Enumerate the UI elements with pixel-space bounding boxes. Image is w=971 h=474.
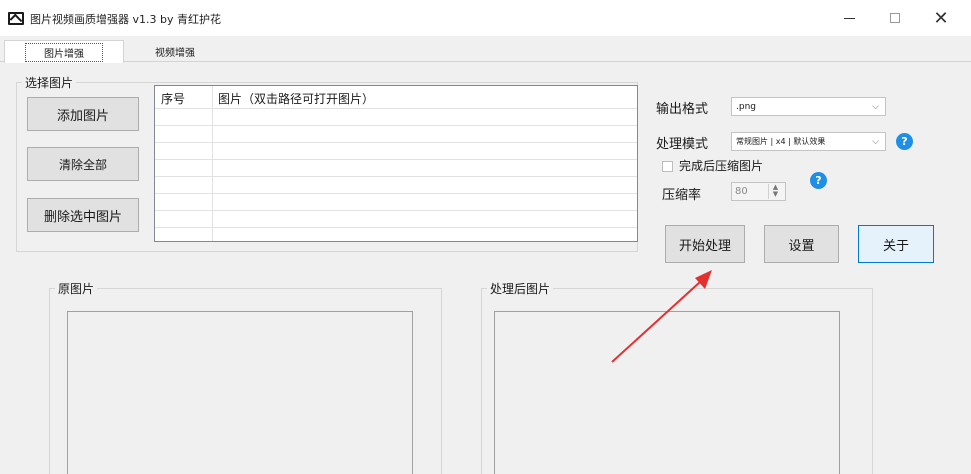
delete-selected-button[interactable]: 删除选中图片 <box>27 198 139 232</box>
about-button[interactable]: 关于 <box>858 225 934 263</box>
column-header-index[interactable]: 序号 <box>161 90 185 107</box>
tab-image-enhance-label: 图片增强 <box>25 42 103 62</box>
compress-checkbox[interactable] <box>662 161 673 172</box>
close-icon: ✕ <box>933 7 949 29</box>
tab-image-enhance[interactable]: 图片增强 <box>4 40 124 63</box>
row-divider <box>155 227 637 228</box>
maximize-button[interactable] <box>872 0 918 36</box>
maximize-icon <box>890 13 900 23</box>
close-button[interactable]: ✕ <box>918 0 964 36</box>
process-mode-label: 处理模式 <box>656 137 709 152</box>
tab-video-enhance[interactable]: 视频增强 <box>130 40 220 62</box>
app-image-icon <box>8 12 24 25</box>
image-list-table[interactable]: 序号 图片（双击路径可打开图片） <box>154 85 638 242</box>
rate-help-icon[interactable]: ? <box>810 172 827 189</box>
row-divider <box>155 193 637 194</box>
minimize-button[interactable] <box>826 0 872 36</box>
output-format-select[interactable]: .png ⌵ <box>731 97 886 116</box>
processed-image-preview[interactable] <box>494 311 840 474</box>
processed-image-group-label: 处理后图片 <box>487 280 554 297</box>
compression-rate-label: 压缩率 <box>662 188 702 203</box>
chevron-down-icon: ⌵ <box>872 102 879 112</box>
original-image-group-label: 原图片 <box>55 280 98 297</box>
mode-help-icon[interactable]: ? <box>896 133 913 150</box>
column-divider <box>212 86 213 241</box>
row-divider <box>155 176 637 177</box>
window-title: 图片视频画质增强器 v1.3 by 青红护花 <box>30 13 221 26</box>
output-format-label: 输出格式 <box>656 102 709 117</box>
add-images-button[interactable]: 添加图片 <box>27 97 139 131</box>
original-image-preview[interactable] <box>67 311 413 474</box>
row-divider <box>155 108 637 109</box>
spinner-arrows-icon[interactable]: ▲ ▼ <box>768 184 782 199</box>
compress-checkbox-label[interactable]: 完成后压缩图片 <box>679 157 763 174</box>
row-divider <box>155 142 637 143</box>
row-divider <box>155 210 637 211</box>
output-format-value: .png <box>736 101 756 112</box>
row-divider <box>155 125 637 126</box>
settings-button[interactable]: 设置 <box>764 225 839 263</box>
chevron-down-icon: ⌵ <box>872 137 879 147</box>
select-images-group-label: 选择图片 <box>22 74 77 91</box>
compression-rate-value: 80 <box>735 186 748 197</box>
column-header-image-path[interactable]: 图片（双击路径可打开图片） <box>218 90 374 107</box>
tab-video-enhance-label: 视频增强 <box>155 47 195 59</box>
start-processing-button[interactable]: 开始处理 <box>665 225 745 263</box>
process-mode-value: 常规图片 | x4 | 默认效果 <box>736 137 826 146</box>
row-divider <box>155 159 637 160</box>
process-mode-select[interactable]: 常规图片 | x4 | 默认效果 ⌵ <box>731 132 886 151</box>
clear-all-button[interactable]: 清除全部 <box>27 147 139 181</box>
minimize-icon <box>843 17 855 19</box>
